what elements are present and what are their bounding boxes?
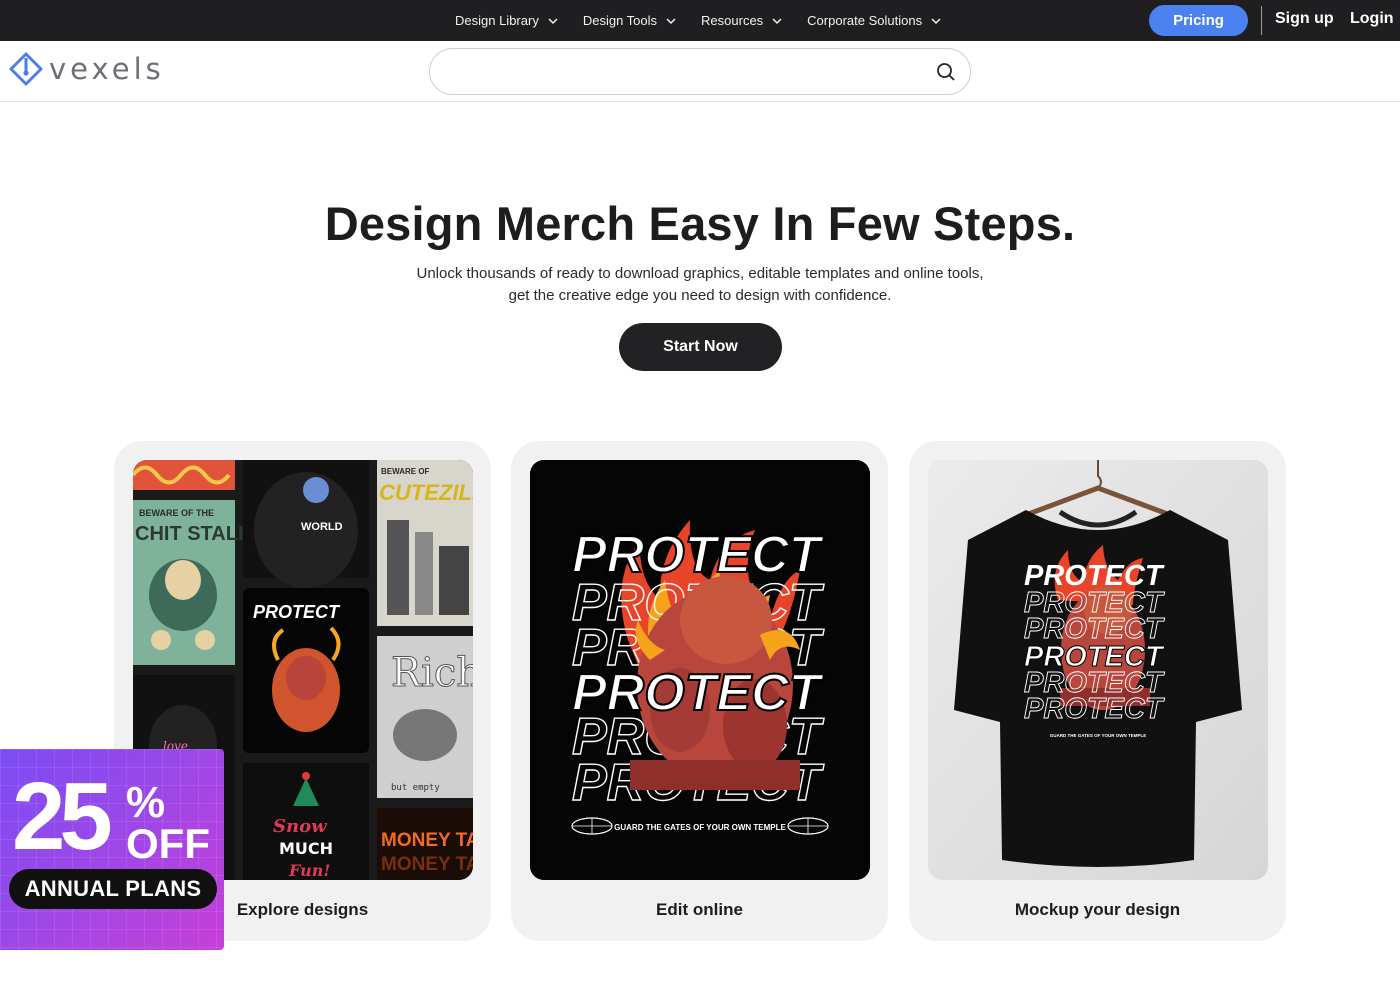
edit-online-card[interactable]: PROTECT PROTECT PROTECT PROTECT PROTECT …: [511, 441, 888, 941]
nav-label: Design Library: [455, 13, 539, 28]
mockup-card[interactable]: PROTECT PROTECT PROTECT PROTECT PROTECT …: [909, 441, 1286, 941]
signup-link[interactable]: Sign up: [1275, 10, 1334, 28]
vexels-logo-icon: [9, 52, 43, 86]
pricing-button[interactable]: Pricing: [1149, 5, 1248, 36]
chevron-down-icon: [666, 17, 676, 24]
logo-text: vexels: [49, 52, 165, 86]
tshirt-mockup-image: PROTECT PROTECT PROTECT PROTECT PROTECT …: [928, 460, 1268, 880]
thumb-world-text: WORLD: [301, 521, 343, 533]
top-bar: Design Library Design Tools Resources Co…: [0, 0, 1400, 41]
top-nav: Design Library Design Tools Resources Co…: [455, 0, 966, 41]
protect-solid-text: PROTECT: [572, 664, 825, 722]
nav-design-library[interactable]: Design Library: [455, 13, 559, 28]
hero-title: Design Merch Easy In Few Steps.: [324, 197, 1076, 250]
thumb-beware-text: BEWARE OF THE: [139, 508, 214, 518]
chevron-down-icon: [548, 17, 558, 24]
shirt-protect-outline: PROTECT: [1024, 613, 1165, 645]
chevron-down-icon: [931, 17, 941, 24]
promo-plans-label: ANNUAL PLANS: [9, 869, 217, 909]
logo[interactable]: vexels: [9, 52, 165, 86]
thumb-protect-text: PROTECT: [253, 602, 341, 622]
nav-divider: [1261, 6, 1262, 35]
promo-percent: %: [126, 778, 166, 827]
protect-design-image: PROTECT PROTECT PROTECT PROTECT PROTECT …: [530, 460, 870, 880]
nav-label: Corporate Solutions: [807, 13, 923, 28]
search-box: [429, 48, 971, 95]
protect-solid-text: PROTECT: [572, 526, 825, 584]
edit-online-preview: PROTECT PROTECT PROTECT PROTECT PROTECT …: [530, 460, 870, 880]
thumb-but-empty-text: but empty: [391, 783, 440, 793]
site-header: vexels: [0, 41, 1400, 102]
thumb-fun-text: Fun!: [288, 861, 330, 880]
thumb-money-text: MONEY TALKS: [381, 830, 473, 851]
promo-off: OFF: [126, 820, 210, 867]
login-link[interactable]: Login: [1350, 10, 1394, 28]
nav-label: Design Tools: [582, 13, 658, 28]
start-now-button[interactable]: Start Now: [619, 323, 782, 371]
card-caption: Mockup your design: [1014, 900, 1181, 919]
nav-label: Resources: [701, 13, 764, 28]
thumb-much-text: MUCH: [279, 839, 333, 858]
chevron-down-icon: [772, 17, 782, 24]
thumb-beware2-text: BEWARE OF: [381, 467, 430, 476]
search-input[interactable]: [448, 57, 928, 87]
shirt-protect-outline: PROTECT: [1024, 693, 1165, 725]
svg-text:MONEY TA: MONEY TA: [381, 854, 473, 875]
search-icon[interactable]: [936, 62, 956, 82]
shirt-tagline: GUARD THE GATES OF YOUR OWN TEMPLE: [1050, 733, 1147, 738]
promo-banner[interactable]: 25 % OFF ANNUAL PLANS: [0, 749, 224, 950]
nav-design-tools[interactable]: Design Tools: [583, 13, 677, 28]
mockup-preview: PROTECT PROTECT PROTECT PROTECT PROTECT …: [928, 460, 1268, 880]
thumb-snow-text: Snow: [273, 816, 328, 837]
hero-subtitle: Unlock thousands of ready to download gr…: [0, 263, 1400, 307]
thumb-rich-text: Rich: [391, 650, 473, 696]
nav-corporate-solutions[interactable]: Corporate Solutions: [807, 13, 942, 28]
hero-subtitle-line: Unlock thousands of ready to download gr…: [416, 265, 984, 282]
protect-tagline: GUARD THE GATES OF YOUR OWN TEMPLE: [614, 823, 786, 832]
promo-number: 25: [12, 763, 113, 870]
nav-resources[interactable]: Resources: [701, 13, 783, 28]
hero-subtitle-line: get the creative edge you need to design…: [508, 287, 892, 304]
thumb-cutezilla-text: CUTEZILLA: [379, 480, 473, 505]
card-caption: Edit online: [656, 900, 743, 919]
